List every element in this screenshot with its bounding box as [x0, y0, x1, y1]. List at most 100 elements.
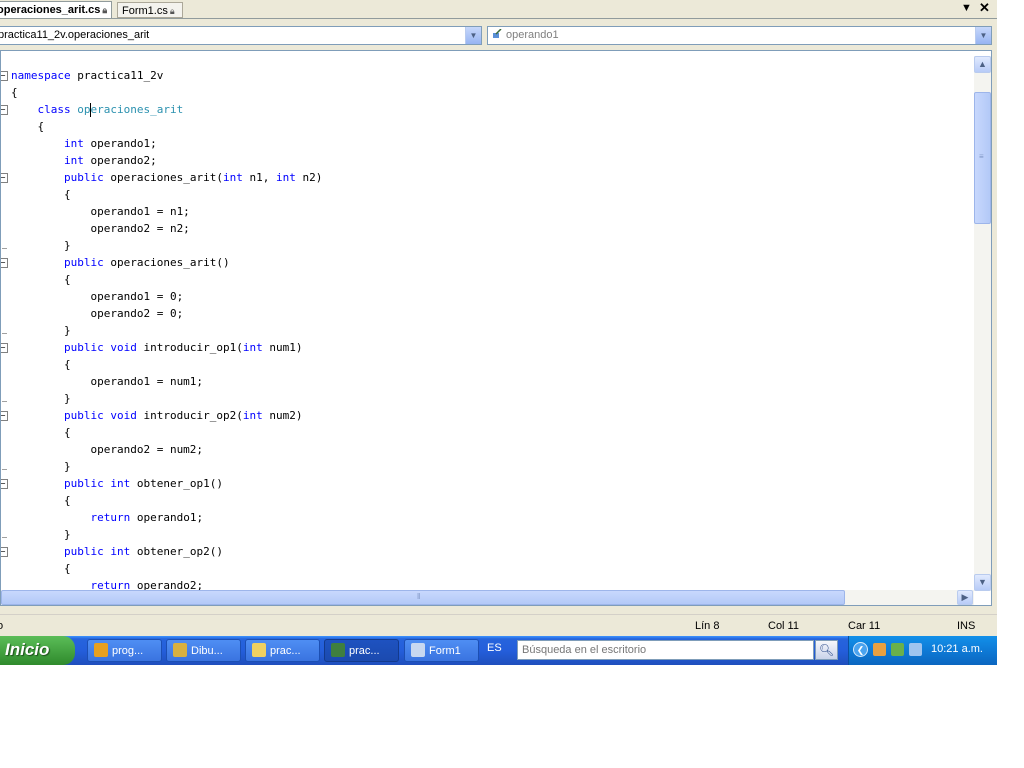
keyword-token: public [63, 171, 104, 184]
chevron-down-icon[interactable]: ▼ [975, 27, 991, 44]
chevron-left-icon[interactable]: ❮ [853, 642, 868, 657]
network-icon[interactable] [873, 643, 886, 656]
navigation-bar: practica11_2v.operaciones_arit ▼ operand… [0, 24, 993, 47]
code-line[interactable]: { [11, 118, 44, 135]
code-token: operaciones_arit() [103, 256, 230, 269]
collapse-icon[interactable]: − [1, 479, 8, 489]
status-message: o [0, 620, 4, 632]
code-token: operando2 = n2; [11, 222, 190, 235]
tab-operaciones-arit[interactable]: operaciones_arit.cs 🔒︎ [0, 1, 112, 18]
code-token: { [11, 86, 18, 99]
scroll-right-icon[interactable]: ▶ [957, 590, 973, 605]
code-line[interactable]: operando2 = num2; [11, 441, 203, 458]
code-area[interactable]: namespace practica11_2v { class operacion… [1, 51, 974, 591]
fold-end-marker [2, 401, 7, 402]
code-line[interactable]: { [11, 186, 71, 203]
member-combo[interactable]: operando1 ▼ [487, 26, 992, 45]
keyword-token: return [90, 511, 131, 524]
code-line[interactable]: { [11, 424, 71, 441]
scroll-down-icon[interactable]: ▼ [974, 574, 991, 591]
text-caret [90, 103, 91, 117]
close-icon[interactable]: ✕ [979, 0, 990, 16]
start-button[interactable]: Inicio [0, 636, 75, 665]
code-line[interactable]: operando1 = 0; [11, 288, 183, 305]
collapse-icon[interactable]: − [1, 71, 8, 81]
code-line[interactable]: int operando1; [11, 135, 157, 152]
code-line[interactable]: } [11, 526, 71, 543]
code-token: n2) [295, 171, 323, 184]
keyword-token: int [110, 477, 131, 490]
status-line: Lín 8 [695, 620, 720, 632]
taskbar-button-prog[interactable]: prog... [87, 639, 162, 662]
code-token: operando2 = num2; [11, 443, 204, 456]
tab-form1[interactable]: Form1.cs 🔒︎ [117, 2, 183, 18]
grip-icon: ≡ [979, 152, 984, 161]
horizontal-scrollbar[interactable]: ‖ ▶ [1, 590, 974, 605]
chevron-down-icon[interactable]: ▼ [465, 27, 481, 44]
code-line[interactable]: public int obtener_op1() [11, 475, 223, 492]
collapse-icon[interactable]: − [1, 547, 8, 557]
code-line[interactable]: operando2 = n2; [11, 220, 190, 237]
taskbar-button-dibu[interactable]: Dibu... [166, 639, 241, 662]
tab-list-dropdown-icon[interactable]: ▼ [961, 2, 972, 14]
lock-icon: 🔒︎ [102, 5, 108, 15]
language-indicator[interactable]: ES [487, 642, 502, 654]
code-line[interactable]: public operaciones_arit(int n1, int n2) [11, 169, 322, 186]
code-line[interactable]: operando1 = num1; [11, 373, 203, 390]
collapse-icon[interactable]: − [1, 411, 8, 421]
code-token: operando1; [83, 137, 157, 150]
code-line[interactable]: } [11, 390, 71, 407]
code-token: { [11, 358, 71, 371]
code-line[interactable]: { [11, 560, 71, 577]
class-combo[interactable]: practica11_2v.operaciones_arit ▼ [0, 26, 482, 45]
desktop-search-input[interactable]: Búsqueda en el escritorio [517, 640, 814, 660]
antivirus-icon[interactable] [891, 643, 904, 656]
search-icon[interactable]: 🔍︎ [815, 640, 838, 660]
code-line[interactable]: } [11, 458, 71, 475]
code-line[interactable]: return operando2; [11, 577, 203, 591]
code-editor[interactable]: namespace practica11_2v { class operacion… [0, 50, 992, 606]
code-line[interactable]: int operando2; [11, 152, 157, 169]
taskbar-button-visual-studio[interactable]: prac... [324, 639, 399, 662]
code-line[interactable]: public operaciones_arit() [11, 254, 230, 271]
horizontal-scroll-thumb[interactable]: ‖ [1, 590, 845, 605]
taskbar-button-form1[interactable]: Form1 [404, 639, 479, 662]
scroll-up-icon[interactable]: ▲ [974, 56, 991, 73]
ide-window: operaciones_arit.cs 🔒︎ Form1.cs 🔒︎ ▼ ✕ pra… [0, 0, 997, 665]
code-line[interactable]: operando2 = 0; [11, 305, 183, 322]
keyword-token: int [222, 171, 243, 184]
code-line[interactable]: } [11, 322, 71, 339]
code-line[interactable]: class operaciones_arit [11, 101, 184, 118]
status-bar: o Lín 8 Col 11 Car 11 INS [0, 614, 997, 637]
csharp-icon [331, 643, 345, 657]
code-line[interactable]: return operando1; [11, 509, 203, 526]
code-line[interactable]: { [11, 492, 71, 509]
monitor-icon[interactable] [909, 643, 922, 656]
vertical-scrollbar[interactable]: ▲ ≡ ▼ [974, 56, 991, 591]
code-line[interactable]: { [11, 84, 18, 101]
keyword-token: public [63, 409, 104, 422]
code-line[interactable]: namespace practica11_2v [11, 67, 163, 84]
code-line[interactable]: public void introducir_op1(int num1) [11, 339, 302, 356]
collapse-icon[interactable]: − [1, 343, 8, 353]
taskbar-button-folder[interactable]: prac... [245, 639, 320, 662]
code-line[interactable]: public void introducir_op2(int num2) [11, 407, 302, 424]
collapse-icon[interactable]: − [1, 105, 8, 115]
code-line[interactable]: } [11, 237, 71, 254]
collapse-icon[interactable]: − [1, 258, 8, 268]
collapse-icon[interactable]: − [1, 173, 8, 183]
code-token: operando2; [83, 154, 157, 167]
code-line[interactable]: { [11, 271, 71, 288]
clock[interactable]: 10:21 a.m. [931, 643, 983, 655]
code-line[interactable]: { [11, 356, 71, 373]
vertical-scroll-thumb[interactable]: ≡ [974, 92, 991, 224]
code-token: operando1 = n1; [11, 205, 190, 218]
form-icon [411, 643, 425, 657]
code-line[interactable]: public int obtener_op2() [11, 543, 223, 560]
task-label: prac... [270, 645, 301, 657]
code-line[interactable]: operando1 = n1; [11, 203, 190, 220]
